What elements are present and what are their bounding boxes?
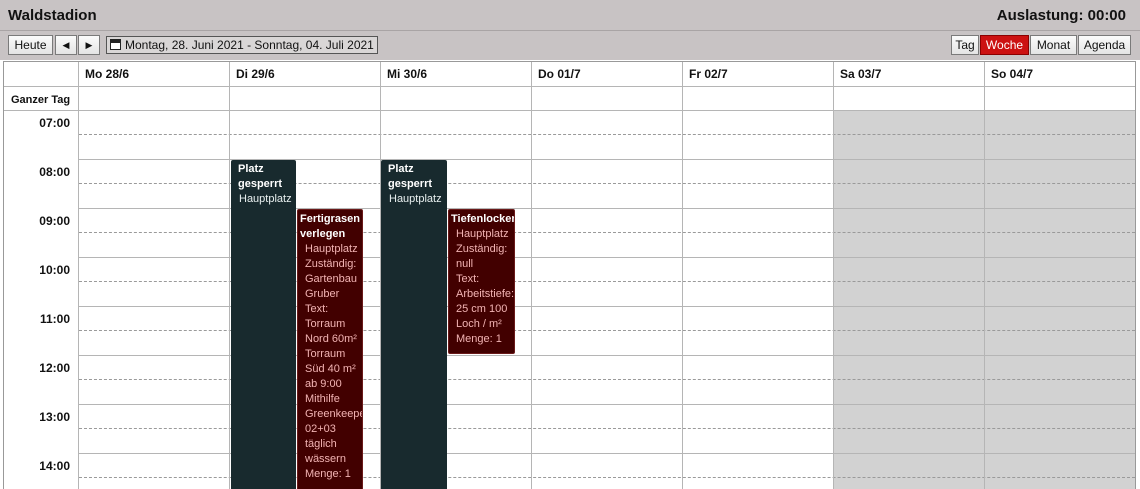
- hour-label: 12:00: [39, 361, 70, 375]
- prev-week-button[interactable]: ◀: [55, 35, 77, 55]
- today-button[interactable]: Heute: [8, 35, 53, 55]
- allday-label: Ganzer Tag: [11, 94, 71, 106]
- view-day-button[interactable]: Tag: [951, 35, 979, 55]
- chevron-right-icon: ▶: [85, 40, 93, 50]
- window-title: Waldstadion: [8, 7, 97, 24]
- hour-label: 14:00: [39, 459, 70, 473]
- event-details: Hauptplatz: [389, 193, 442, 205]
- column-divider: [984, 62, 985, 489]
- day-header-sat[interactable]: Sa 03/7: [840, 67, 881, 81]
- day-header-fri[interactable]: Fr 02/7: [689, 67, 728, 81]
- view-agenda-button[interactable]: Agenda: [1078, 35, 1131, 55]
- calendar-toolbar: Heute ◀ ▶ Montag, 28. Juni 2021 - Sonnta…: [0, 31, 1140, 60]
- hour-label: 08:00: [39, 165, 70, 179]
- date-range-picker[interactable]: Montag, 28. Juni 2021 - Sonntag, 04. Jul…: [106, 36, 378, 54]
- column-divider: [229, 62, 230, 489]
- event-platz-gesperrt[interactable]: Platz gesperrt Hauptplatz: [231, 160, 296, 489]
- day-header-sun[interactable]: So 04/7: [991, 67, 1033, 81]
- event-title: Tiefenlockern: [451, 213, 514, 225]
- column-divider: [682, 62, 683, 489]
- column-divider: [78, 62, 79, 489]
- hour-label: 11:00: [39, 312, 70, 326]
- day-header-tue[interactable]: Di 29/6: [236, 67, 275, 81]
- day-header-mon[interactable]: Mo 28/6: [85, 67, 129, 81]
- half-hour-line: [79, 134, 1135, 135]
- day-header-wed[interactable]: Mi 30/6: [387, 67, 427, 81]
- title-bar: Waldstadion Auslastung: 00:00: [0, 0, 1140, 31]
- utilization-label: Auslastung: 00:00: [996, 7, 1126, 24]
- date-range-label: Montag, 28. Juni 2021 - Sonntag, 04. Jul…: [125, 38, 374, 52]
- view-week-button[interactable]: Woche: [980, 35, 1029, 55]
- day-header-thu[interactable]: Do 01/7: [538, 67, 581, 81]
- week-grid[interactable]: Mo 28/6 Di 29/6 Mi 30/6 Do 01/7 Fr 02/7 …: [3, 61, 1136, 489]
- column-divider: [531, 62, 532, 489]
- event-title: Platz gesperrt: [238, 163, 283, 190]
- calendar-icon: [110, 39, 121, 50]
- event-details: Hauptplatz: [239, 193, 292, 205]
- event-details: Hauptplatz Zuständig: Gartenbau Gruber T…: [305, 243, 363, 480]
- allday-divider: [4, 110, 1135, 111]
- next-week-button[interactable]: ▶: [78, 35, 100, 55]
- hour-label: 13:00: [39, 410, 70, 424]
- event-details: Hauptplatz Zuständig: null Text: Arbeits…: [456, 228, 515, 345]
- hour-label: 07:00: [39, 116, 70, 130]
- event-platz-gesperrt[interactable]: Platz gesperrt Hauptplatz: [381, 160, 447, 489]
- event-title: Fertigrasen verlegen: [300, 213, 360, 240]
- hour-label: 10:00: [39, 263, 70, 277]
- column-divider: [833, 62, 834, 489]
- chevron-left-icon: ◀: [62, 40, 70, 50]
- hour-label: 09:00: [39, 214, 70, 228]
- weekend-shading: [834, 111, 1135, 489]
- header-divider: [4, 86, 1135, 87]
- event-fertigrasen-verlegen[interactable]: Fertigrasen verlegen Hauptplatz Zuständi…: [297, 209, 363, 489]
- event-title: Platz gesperrt: [388, 163, 433, 190]
- event-tiefenlockern[interactable]: Tiefenlockern Hauptplatz Zuständig: null…: [448, 209, 515, 354]
- view-month-button[interactable]: Monat: [1030, 35, 1077, 55]
